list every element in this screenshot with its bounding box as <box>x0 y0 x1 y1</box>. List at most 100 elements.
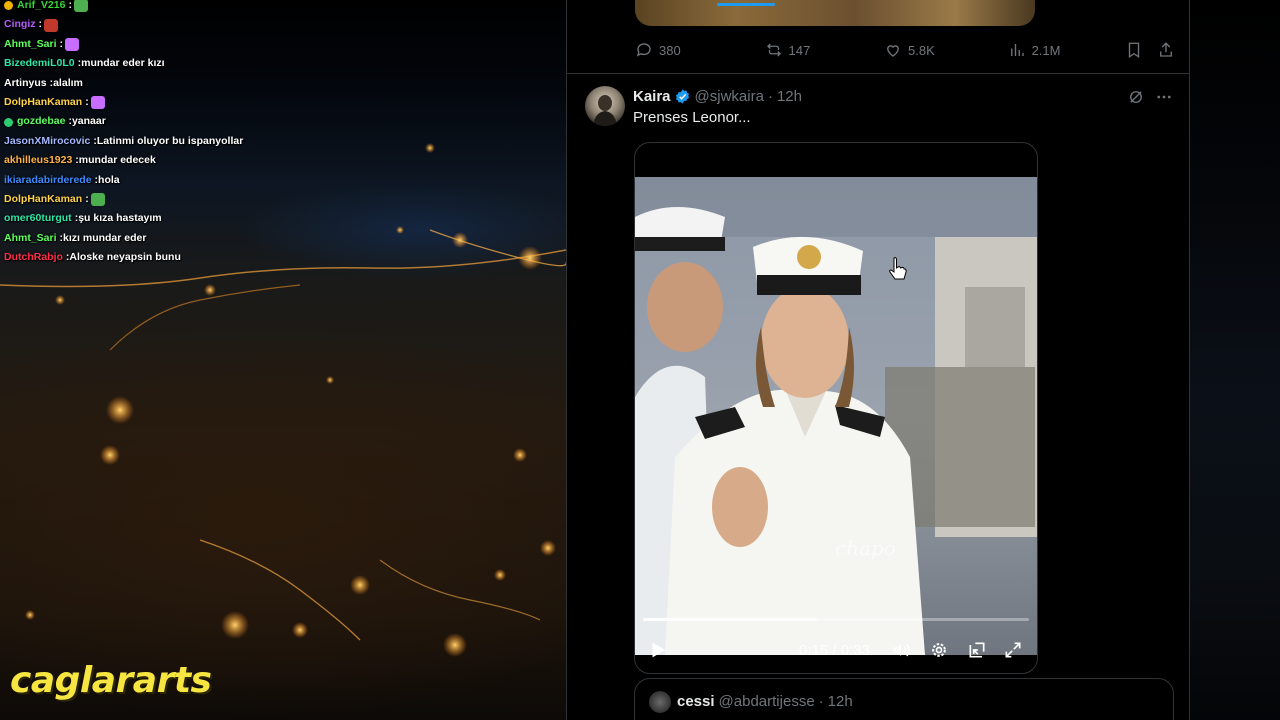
twitter-feed[interactable]: 380 147 5.8K 2.1M Kaira @sjwkaira · 12h … <box>566 0 1190 720</box>
chat-text: hola <box>98 173 120 186</box>
fullscreen-icon[interactable] <box>1003 640 1023 660</box>
hand-cursor-icon <box>889 257 907 280</box>
media-carousel-indicator <box>717 3 775 6</box>
chat-message: Ahmt_Sari: kızı mundar eder <box>4 229 304 248</box>
chat-separator: : <box>85 95 89 108</box>
reply-button[interactable]: 380 <box>635 41 765 59</box>
chat-separator: : <box>59 37 64 50</box>
quoted-tweet-header: cessi @abdartijesse · 12h <box>677 693 853 710</box>
chat-badge-icon <box>4 117 13 127</box>
chat-separator: : <box>38 18 43 31</box>
repost-icon <box>766 43 781 57</box>
tweet-header: Kaira @sjwkaira · 12h <box>633 86 802 106</box>
picture-in-picture-icon[interactable] <box>967 640 987 660</box>
views-icon <box>1010 44 1024 56</box>
chat-text: mundar edecek <box>78 154 156 167</box>
chat-message: Cingiz: <box>4 15 304 34</box>
chat-message: Artinyus: alalım <box>4 74 304 93</box>
share-button[interactable] <box>1157 41 1175 59</box>
chat-username: omer60turgut <box>4 212 72 225</box>
chat-separator: : <box>68 0 72 11</box>
chat-username: JasonXMirocovic <box>4 134 91 147</box>
video-watermark-text: chapo <box>835 536 896 560</box>
chat-username: DolpHanKaman <box>4 192 83 205</box>
repost-button[interactable]: 147 <box>765 41 885 59</box>
author-handle[interactable]: @sjwkaira <box>695 88 764 105</box>
chat-text: şu kıza hastayım <box>78 212 162 225</box>
chat-username: gozdebae <box>17 115 66 128</box>
tweet-text: Prenses Leonor... <box>633 109 751 126</box>
chat-text: alalım <box>53 76 83 89</box>
author-name[interactable]: Kaira <box>633 88 671 105</box>
chat-username: BizedemiL0L0 <box>4 57 75 70</box>
video-controls: 0:15 / 0:33 <box>635 609 1037 673</box>
avatar-image <box>593 95 617 126</box>
chat-message: DolpHanKaman: <box>4 93 304 112</box>
chat-message: DutchRabjo: Aloske neyapsin bunu <box>4 248 304 267</box>
video-frame: chapo <box>635 177 1037 655</box>
quoted-author-name: cessi <box>677 693 715 710</box>
chat-username: DutchRabjo <box>4 251 63 264</box>
tweet-video-player[interactable]: chapo 0:15 / 0:33 <box>634 142 1038 674</box>
author-avatar[interactable] <box>585 86 625 126</box>
views-count: 2.1M <box>1031 42 1061 58</box>
chat-emote-heart-icon <box>65 37 80 51</box>
quoted-tweet-timestamp: 12h <box>827 693 853 710</box>
chat-emote-pepe-icon <box>73 0 88 13</box>
previous-tweet-actions: 380 147 5.8K 2.1M <box>635 38 1175 62</box>
volume-icon[interactable] <box>891 640 911 660</box>
video-time-label: 0:15 / 0:33 <box>799 642 870 659</box>
reply-icon <box>636 43 651 57</box>
repost-count: 147 <box>788 42 811 58</box>
chat-message: omer60turgut: şu kıza hastayım <box>4 209 304 228</box>
chat-message: akhilleus1923: mundar edecek <box>4 151 304 170</box>
chat-text: Latinmi oluyor bu ispanyollar <box>96 134 244 147</box>
channel-watermark: caglararts <box>10 660 212 701</box>
chat-message: Ahmt_Sari: <box>4 35 304 54</box>
chat-message: DolpHanKaman: <box>4 190 304 209</box>
chat-text: mundar eder kızı <box>81 57 165 70</box>
chat-username: ikiaradabirderede <box>4 173 92 186</box>
grok-icon[interactable] <box>1127 88 1145 106</box>
previous-tweet-media[interactable] <box>635 0 1035 26</box>
quoted-tweet-card[interactable]: cessi @abdartijesse · 12h <box>634 678 1174 720</box>
chat-message: BizedemiL0L0: mundar eder kızı <box>4 54 304 73</box>
stream-chat: Arif_V216: Cingiz: Ahmt_Sari: BizedemiL0… <box>4 0 304 267</box>
chat-text: yanaar <box>71 115 106 128</box>
share-icon <box>1160 42 1172 57</box>
video-progress-bar[interactable] <box>643 618 1029 621</box>
quoted-author-avatar <box>649 691 671 713</box>
tweet-divider <box>567 73 1189 74</box>
chat-message: JasonXMirocovic: Latinmi oluyor bu ispan… <box>4 132 304 151</box>
chat-username: DolpHanKaman <box>4 95 83 108</box>
bookmark-icon <box>1128 42 1140 59</box>
like-count: 5.8K <box>908 42 935 58</box>
video-progress-fill <box>643 618 817 621</box>
views-button[interactable]: 2.1M <box>1008 41 1126 59</box>
chat-message: Arif_V216: <box>4 0 304 15</box>
chat-username: Cingiz <box>4 18 36 31</box>
bookmark-button[interactable] <box>1125 41 1157 59</box>
more-options-icon[interactable] <box>1155 88 1173 106</box>
tweet-timestamp[interactable]: 12h <box>777 88 802 105</box>
chat-username: Ahmt_Sari <box>4 231 57 244</box>
header-separator: · <box>767 87 773 105</box>
chat-emote-pepe-icon <box>90 193 105 207</box>
chat-message: gozdebae: yanaar <box>4 112 304 131</box>
reply-count: 380 <box>659 42 681 58</box>
chat-message: ikiaradabirderede: hola <box>4 171 304 190</box>
quoted-author-handle: @abdartijesse <box>718 693 815 710</box>
chat-username: akhilleus1923 <box>4 154 73 167</box>
like-button[interactable]: 5.8K <box>884 41 1008 59</box>
like-icon <box>887 45 899 57</box>
chat-emote-kekw-icon <box>44 18 58 32</box>
chat-username: Ahmt_Sari <box>4 37 57 50</box>
chat-text: kızı mundar eder <box>63 231 147 244</box>
settings-icon[interactable] <box>929 640 949 660</box>
quoted-header-separator: · <box>818 693 824 710</box>
chat-username: Artinyus <box>4 76 47 89</box>
chat-text: Aloske neyapsin bunu <box>69 251 181 264</box>
chat-emote-heart-icon <box>90 96 105 110</box>
play-icon[interactable] <box>647 639 669 661</box>
chat-username: Arif_V216 <box>17 0 66 11</box>
